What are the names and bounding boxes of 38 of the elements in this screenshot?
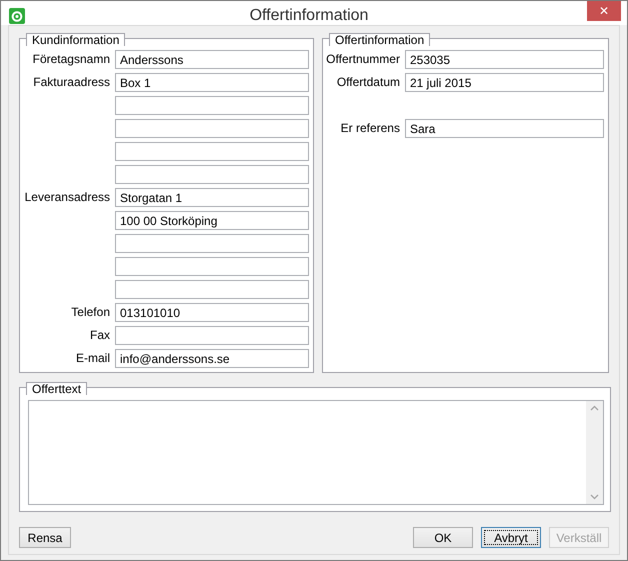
field-label: Företagsnamn (32, 51, 110, 66)
dialog-button[interactable]: Avbryt (481, 527, 541, 548)
group-title: Offerttext (26, 382, 88, 395)
text-field[interactable]: Anderssons (115, 50, 309, 69)
scroll-down-icon[interactable] (590, 494, 599, 500)
scroll-up-icon[interactable] (590, 405, 599, 411)
text-field[interactable]: 100 00 Storköping (115, 211, 309, 230)
text-field[interactable] (115, 165, 309, 184)
text-field[interactable] (115, 257, 309, 276)
text-field[interactable]: Storgatan 1 (115, 188, 309, 207)
field-label: Telefon (71, 304, 110, 319)
text-field[interactable]: Sara (404, 119, 604, 138)
group-title: Kundinformation (26, 33, 126, 46)
text-field[interactable] (115, 142, 309, 161)
window-title: Offertinformation (248, 7, 370, 25)
field-label: Fakturaadress (33, 74, 110, 89)
field-label: Leveransadress (24, 189, 110, 204)
field-label: E-mail (76, 350, 110, 365)
offer-text-field[interactable] (28, 400, 604, 505)
text-field[interactable]: 253035 (404, 50, 604, 69)
field-label: Offertdatum (336, 74, 400, 89)
text-field[interactable]: 21 juli 2015 (404, 73, 604, 92)
text-field[interactable] (115, 119, 309, 138)
text-field[interactable]: info@anderssons.se (115, 349, 309, 368)
field-label: Fax (90, 327, 110, 342)
text-field[interactable] (115, 234, 309, 253)
text-field[interactable]: 013101010 (115, 303, 309, 322)
close-button[interactable]: ✕ (587, 1, 621, 21)
text-field[interactable] (115, 326, 309, 345)
text-field[interactable] (115, 96, 309, 115)
field-label: Offertnummer (326, 51, 400, 66)
field-label: Er referens (340, 120, 400, 135)
text-field[interactable] (115, 280, 309, 299)
dialog-button[interactable]: Rensa (19, 527, 71, 548)
text-field[interactable]: Box 1 (115, 73, 309, 92)
scrollbar[interactable] (586, 401, 603, 504)
dialog-button[interactable]: OK (413, 527, 473, 548)
group-title: Offertinformation (328, 33, 430, 46)
